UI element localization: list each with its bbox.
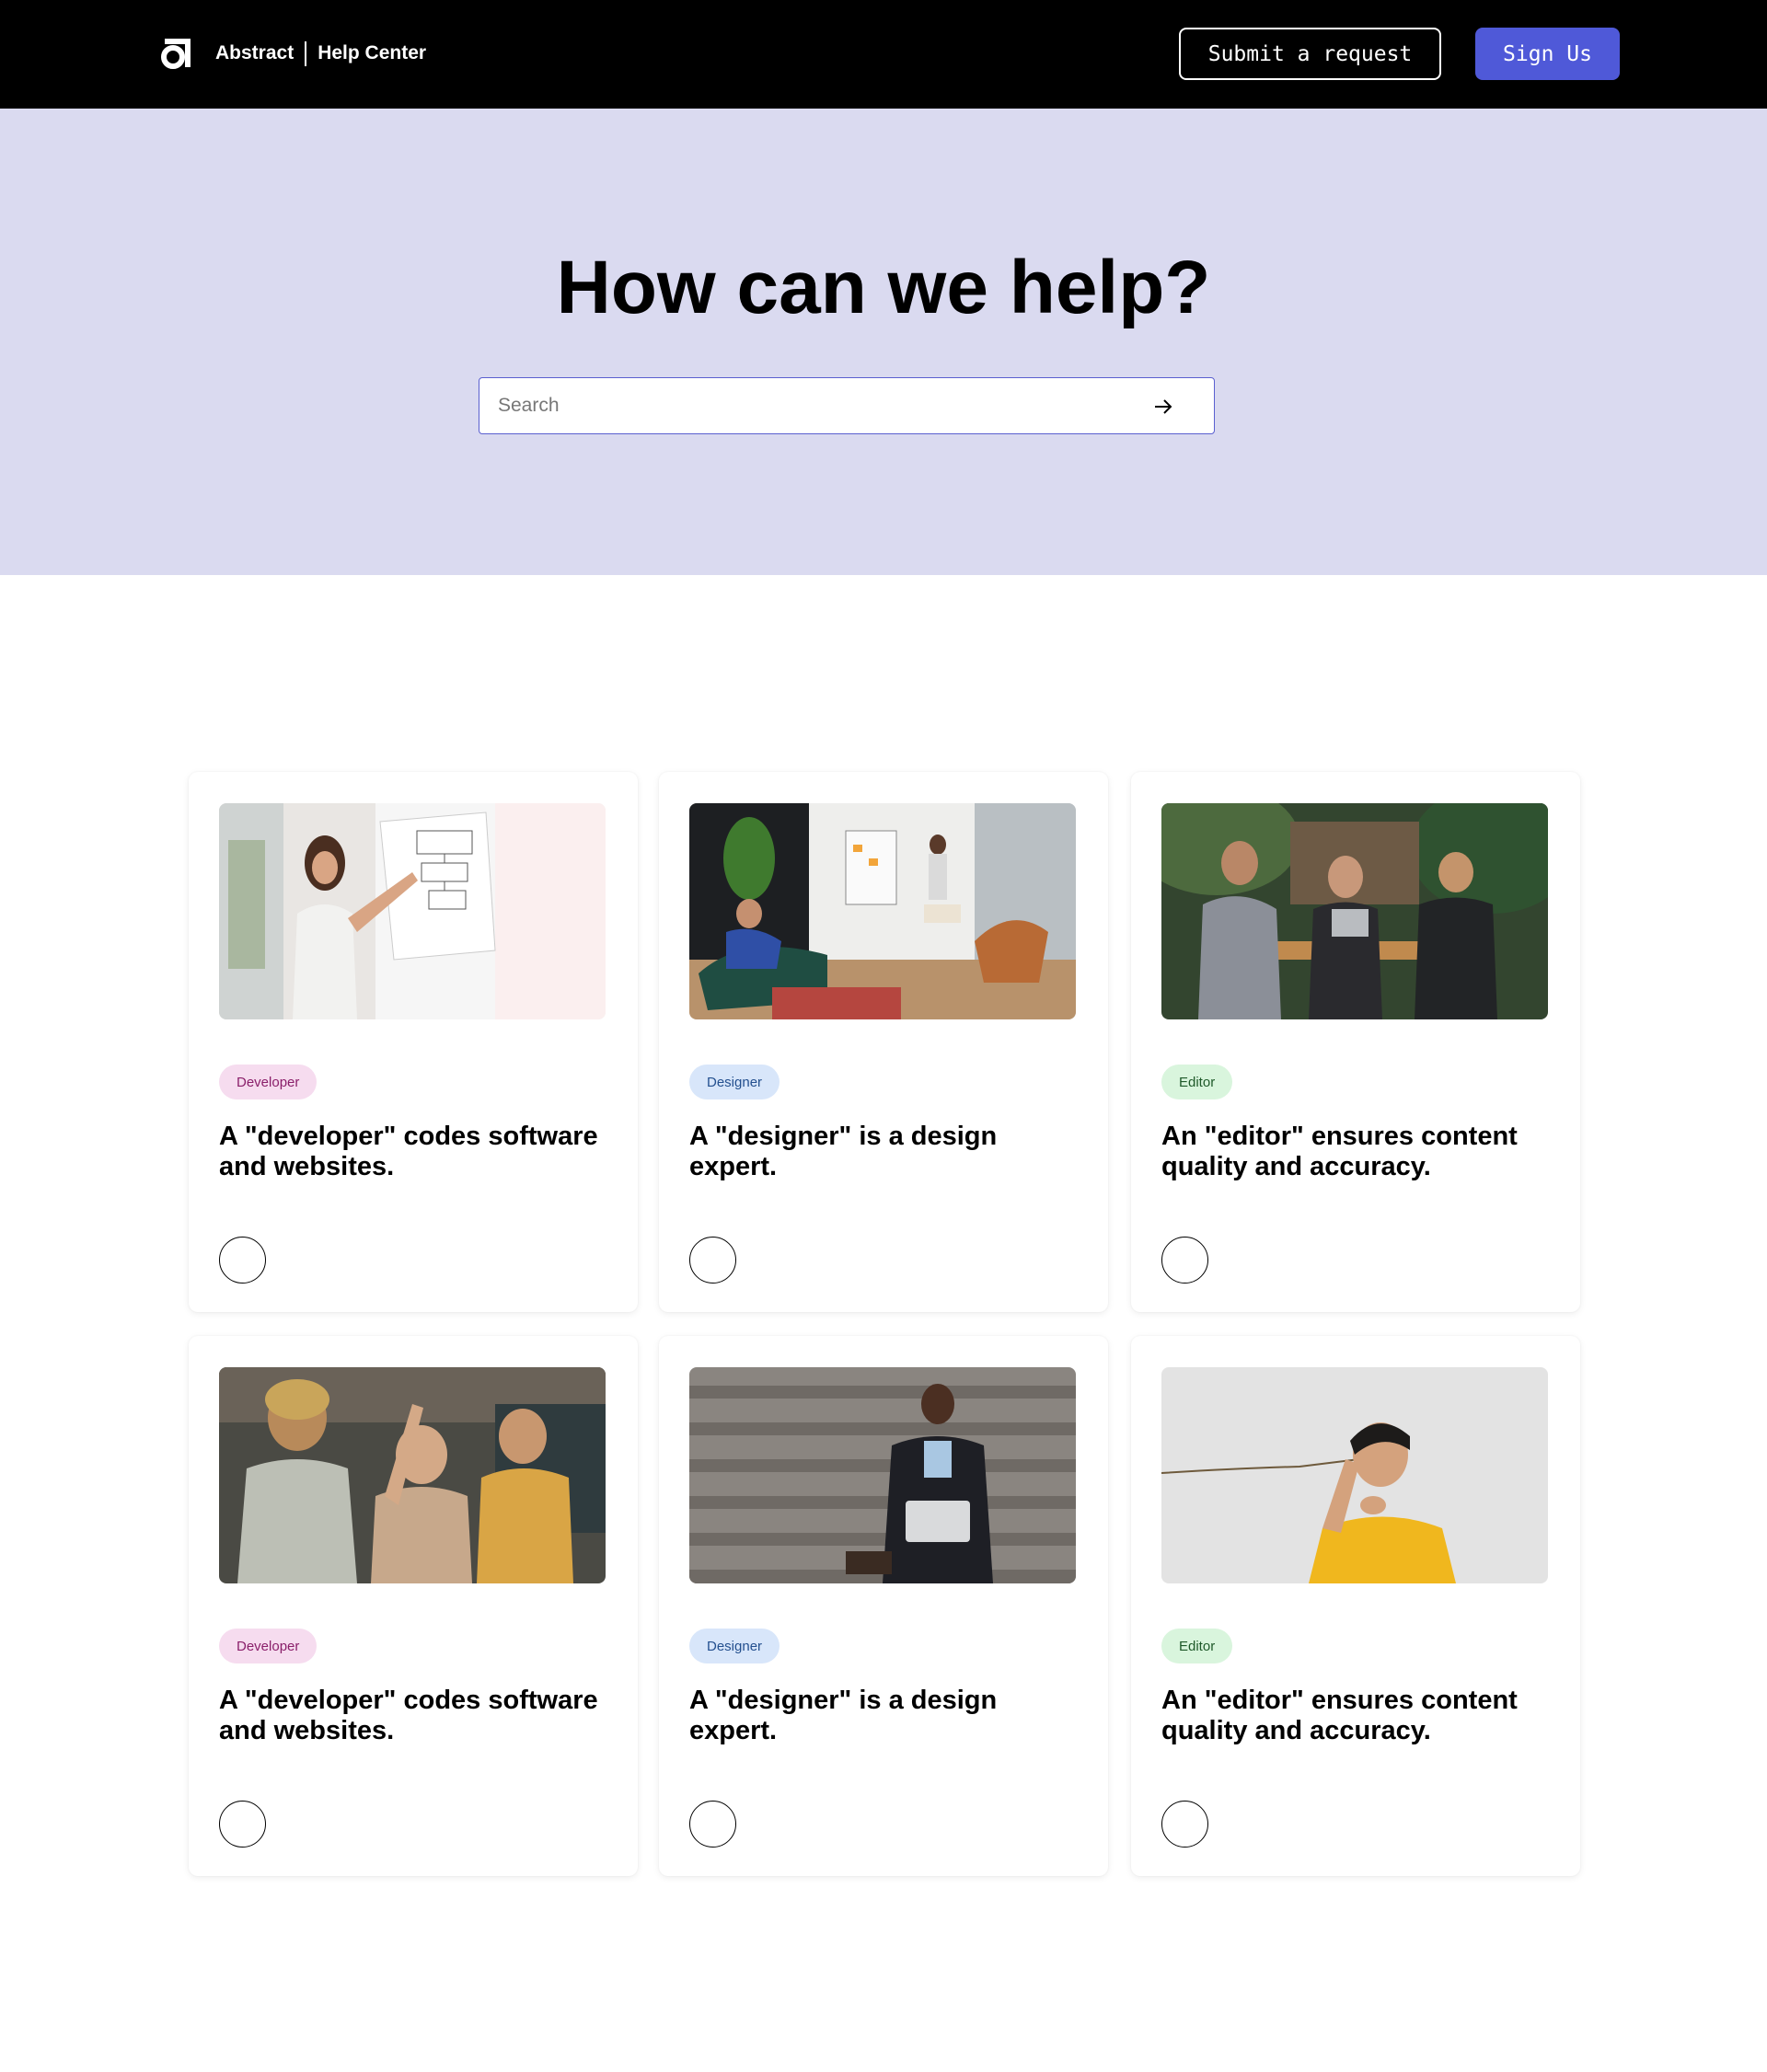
search-box — [479, 377, 1215, 434]
category-tag[interactable]: Editor — [1161, 1065, 1233, 1099]
hero-section: How can we help? — [0, 109, 1767, 575]
card-title[interactable]: A "developer" codes software and website… — [219, 1122, 615, 1182]
card-title[interactable]: A "designer" is a design expert. — [689, 1686, 1085, 1746]
article-card[interactable]: Developer A "developer" codes software a… — [189, 1336, 638, 1876]
category-tag[interactable]: Developer — [219, 1065, 318, 1099]
category-tag[interactable]: Editor — [1161, 1629, 1233, 1663]
avatar-placeholder[interactable] — [219, 1237, 266, 1283]
article-card[interactable]: Developer A "developer" codes software a… — [189, 772, 638, 1312]
top-navigation-bar: Abstract Help Center Submit a request Si… — [0, 0, 1767, 109]
article-card[interactable]: Designer A "designer" is a design expert… — [659, 772, 1108, 1312]
submit-request-button[interactable]: Submit a request — [1179, 28, 1441, 80]
article-card[interactable]: Designer A "designer" is a design expert… — [659, 1336, 1108, 1876]
article-card[interactable]: Editor An "editor" ensures content quali… — [1131, 772, 1580, 1312]
avatar-placeholder[interactable] — [1161, 1237, 1208, 1283]
category-tag[interactable]: Developer — [219, 1629, 318, 1663]
brand-divider — [305, 40, 307, 66]
search-input[interactable] — [479, 378, 1142, 433]
abstract-logo-icon[interactable] — [159, 35, 194, 70]
avatar-placeholder[interactable] — [689, 1801, 736, 1848]
woman-presenting-at-whiteboard-photo — [219, 803, 606, 1019]
man-with-laptop-on-stairs-photo — [689, 1367, 1076, 1583]
avatar-placeholder[interactable] — [689, 1237, 736, 1283]
person-holding-string-phone-photo — [1161, 1367, 1548, 1583]
category-tag[interactable]: Designer — [689, 1065, 780, 1099]
card-title[interactable]: A "developer" codes software and website… — [219, 1686, 615, 1746]
card-title[interactable]: An "editor" ensures content quality and … — [1161, 1686, 1557, 1746]
avatar-placeholder[interactable] — [1161, 1801, 1208, 1848]
section-name: Help Center — [318, 42, 427, 63]
office-team-meeting-photo — [689, 803, 1076, 1019]
category-tag[interactable]: Designer — [689, 1629, 780, 1663]
article-card[interactable]: Editor An "editor" ensures content quali… — [1131, 1336, 1580, 1876]
card-title[interactable]: An "editor" ensures content quality and … — [1161, 1122, 1557, 1182]
card-title[interactable]: A "designer" is a design expert. — [689, 1122, 1085, 1182]
brand-name: Abstract — [215, 42, 294, 63]
brand[interactable]: Abstract Help Center — [215, 40, 426, 67]
page-title: How can we help? — [556, 246, 1211, 329]
three-people-writing-on-glass-photo — [219, 1367, 606, 1583]
three-people-at-cafe-table-photo — [1161, 803, 1548, 1019]
arrow-right-icon[interactable] — [1149, 393, 1177, 420]
sign-up-button[interactable]: Sign Us — [1475, 28, 1620, 80]
avatar-placeholder[interactable] — [219, 1801, 266, 1848]
